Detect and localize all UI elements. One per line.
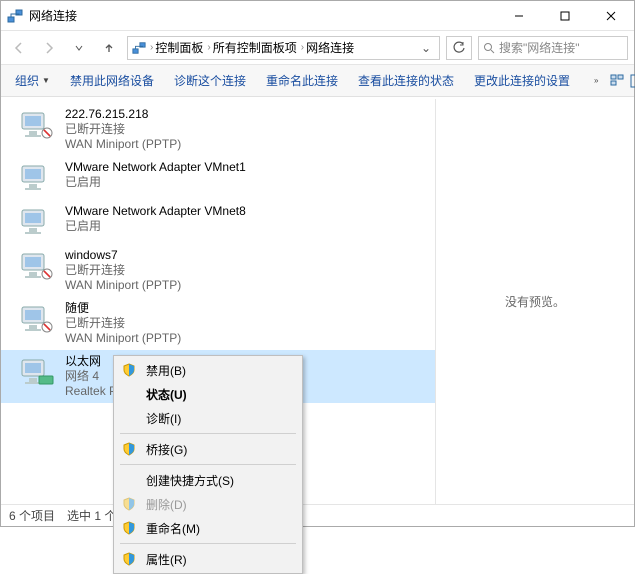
search-input[interactable]: 搜索"网络连接" xyxy=(478,36,628,60)
ctx-label: 诊断(I) xyxy=(146,410,181,427)
item-name: windows7 xyxy=(65,248,181,263)
shield-icon xyxy=(120,550,138,568)
search-placeholder: 搜索"网络连接" xyxy=(499,39,580,56)
nic-icon xyxy=(19,301,55,337)
minimize-button[interactable] xyxy=(496,1,542,31)
nic-icon xyxy=(19,248,55,284)
list-item[interactable]: 222.76.215.218 已断开连接 WAN Miniport (PPTP) xyxy=(1,103,435,156)
preview-pane: 没有预览。 xyxy=(436,99,634,504)
ctx-shortcut[interactable]: 创建快捷方式(S) xyxy=(114,468,302,492)
nic-icon xyxy=(19,160,55,196)
forward-button[interactable] xyxy=(37,36,61,60)
chevron-down-icon[interactable]: ⌄ xyxy=(417,41,435,55)
chevron-down-icon: ▼ xyxy=(42,76,50,85)
window-controls xyxy=(496,1,634,31)
titlebar: 网络连接 xyxy=(1,1,634,31)
ctx-disable[interactable]: 禁用(B) xyxy=(114,358,302,382)
ctx-delete: 删除(D) xyxy=(114,492,302,516)
item-device: WAN Miniport (PPTP) xyxy=(65,137,181,152)
item-device: WAN Miniport (PPTP) xyxy=(65,278,181,293)
ctx-label: 桥接(G) xyxy=(146,441,187,458)
cmd-label: 组织 xyxy=(15,72,39,89)
maximize-button[interactable] xyxy=(542,1,588,31)
selected-count: 选中 1 个 xyxy=(67,507,116,524)
address-bar: ›控制面板 ›所有控制面板项 ›网络连接 ⌄ 搜索"网络连接" xyxy=(1,31,634,65)
organize-menu[interactable]: 组织▼ xyxy=(7,68,58,93)
diagnose-button[interactable]: 诊断这个连接 xyxy=(166,68,254,93)
item-status: 已启用 xyxy=(65,219,246,234)
shield-icon xyxy=(120,440,138,458)
item-status: 已断开连接 xyxy=(65,263,181,278)
search-icon xyxy=(483,42,495,54)
content-area: 222.76.215.218 已断开连接 WAN Miniport (PPTP)… xyxy=(1,99,634,504)
more-menu[interactable]: » xyxy=(586,72,606,89)
back-button[interactable] xyxy=(7,36,31,60)
crumb-label: 所有控制面板项 xyxy=(213,39,297,56)
shield-icon xyxy=(120,495,138,513)
context-menu: 禁用(B) 状态(U) 诊断(I) 桥接(G) 创建快捷方式(S) 删除(D) … xyxy=(113,355,303,574)
ctx-label: 创建快捷方式(S) xyxy=(146,472,234,489)
preview-pane-button[interactable] xyxy=(630,70,635,92)
network-icon xyxy=(7,8,23,24)
item-name: 222.76.215.218 xyxy=(65,107,181,122)
ctx-diagnose[interactable]: 诊断(I) xyxy=(114,406,302,430)
item-status: 已启用 xyxy=(65,175,246,190)
ctx-label: 禁用(B) xyxy=(146,362,186,379)
ctx-label: 重命名(M) xyxy=(146,520,200,537)
ctx-properties[interactable]: 属性(R) xyxy=(114,547,302,571)
separator xyxy=(120,433,296,434)
change-settings-button[interactable]: 更改此连接的设置 xyxy=(466,68,578,93)
crumb-label: 网络连接 xyxy=(306,39,354,56)
statusbar: 6 个项目 选中 1 个 xyxy=(1,504,634,526)
item-status: 已断开连接 xyxy=(65,122,181,137)
item-status: 已断开连接 xyxy=(65,316,181,331)
view-options-button[interactable] xyxy=(610,70,626,92)
breadcrumb[interactable]: ›所有控制面板项 xyxy=(207,39,296,56)
up-button[interactable] xyxy=(97,36,121,60)
item-name: 随便 xyxy=(65,301,181,316)
item-count: 6 个项目 xyxy=(9,507,55,524)
ctx-rename[interactable]: 重命名(M) xyxy=(114,516,302,540)
ctx-label: 删除(D) xyxy=(146,496,187,513)
list-item[interactable]: windows7 已断开连接 WAN Miniport (PPTP) xyxy=(1,244,435,297)
refresh-button[interactable] xyxy=(446,36,472,60)
network-icon xyxy=(132,41,146,55)
nic-icon xyxy=(19,354,55,390)
ctx-label: 状态(U) xyxy=(146,386,187,403)
view-status-button[interactable]: 查看此连接的状态 xyxy=(350,68,462,93)
nic-icon xyxy=(19,107,55,143)
separator xyxy=(120,464,296,465)
ctx-bridge[interactable]: 桥接(G) xyxy=(114,437,302,461)
list-item[interactable]: VMware Network Adapter VMnet1 已启用 xyxy=(1,156,435,200)
item-name: VMware Network Adapter VMnet8 xyxy=(65,204,246,219)
recent-dropdown[interactable] xyxy=(67,36,91,60)
item-name: VMware Network Adapter VMnet1 xyxy=(65,160,246,175)
no-preview-label: 没有预览。 xyxy=(505,293,565,310)
breadcrumb-bar[interactable]: ›控制面板 ›所有控制面板项 ›网络连接 ⌄ xyxy=(127,36,440,60)
item-device: WAN Miniport (PPTP) xyxy=(65,331,181,346)
window-title: 网络连接 xyxy=(29,7,496,24)
command-bar: 组织▼ 禁用此网络设备 诊断这个连接 重命名此连接 查看此连接的状态 更改此连接… xyxy=(1,65,634,97)
breadcrumb[interactable]: ›网络连接 xyxy=(301,39,354,56)
separator xyxy=(120,543,296,544)
list-item[interactable]: VMware Network Adapter VMnet8 已启用 xyxy=(1,200,435,244)
ctx-label: 属性(R) xyxy=(146,551,187,568)
crumb-label: 控制面板 xyxy=(155,39,203,56)
rename-button[interactable]: 重命名此连接 xyxy=(258,68,346,93)
list-item[interactable]: 随便 已断开连接 WAN Miniport (PPTP) xyxy=(1,297,435,350)
shield-icon xyxy=(120,519,138,537)
shield-icon xyxy=(120,361,138,379)
ctx-status[interactable]: 状态(U) xyxy=(114,382,302,406)
nic-icon xyxy=(19,204,55,240)
close-button[interactable] xyxy=(588,1,634,31)
disable-device-button[interactable]: 禁用此网络设备 xyxy=(62,68,162,93)
breadcrumb[interactable]: ›控制面板 xyxy=(150,39,203,56)
